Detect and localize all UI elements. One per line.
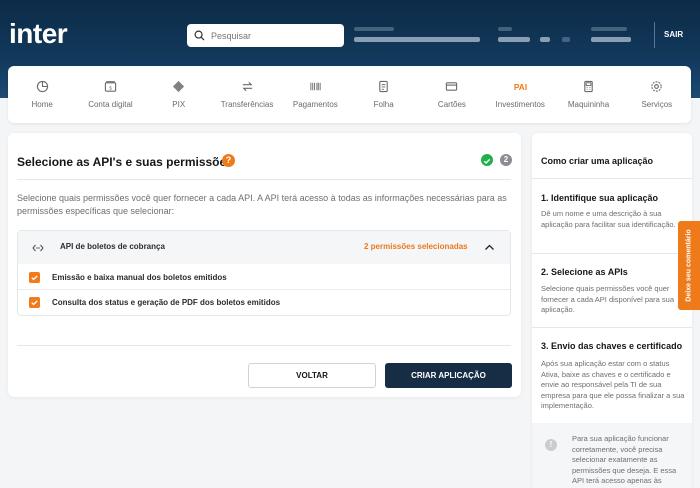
wallet-icon: $ (104, 81, 117, 92)
info-icon: ! (545, 439, 557, 451)
side-panel-title: Como criar uma aplicação (541, 156, 654, 166)
api-selection-card: Selecione as API's e suas permissões ? 2… (8, 133, 521, 397)
nav-item-cartoes[interactable]: Cartões (418, 66, 486, 123)
api-accordion: API de boletos de cobrança 2 permissões … (17, 230, 511, 316)
search-input[interactable] (211, 30, 336, 41)
step-heading: 1. Identifique sua aplicação (541, 193, 659, 203)
info-notice: ! Para sua aplicação funcionar corretame… (532, 423, 692, 488)
card-icon (446, 82, 458, 91)
search-icon (194, 30, 205, 41)
nav-item-folha[interactable]: Folha (349, 66, 417, 123)
page-title: Selecione as API's e suas permissões (17, 155, 233, 169)
footer-divider (17, 345, 511, 346)
code-brackets-icon (32, 244, 44, 252)
nav-label: Transferências (220, 100, 274, 109)
inter-logo[interactable]: inter (9, 18, 68, 50)
create-application-button[interactable]: CRIAR APLICAÇÃO (385, 363, 512, 388)
nav-item-pagamentos[interactable]: Pagamentos (281, 66, 349, 123)
account-label-blurred (354, 27, 394, 31)
chevron-down-icon[interactable] (562, 37, 570, 42)
nav-item-home[interactable]: Home (8, 66, 76, 123)
pos-machine-icon (584, 80, 593, 93)
gear-icon (651, 81, 663, 92)
barcode-icon (310, 82, 321, 91)
balance-label-blurred (591, 27, 627, 31)
balance-value-blurred (591, 37, 631, 42)
nav-label: Conta digital (88, 100, 133, 109)
account-name-blurred (354, 37, 480, 42)
nav-label: Pagamentos (292, 100, 338, 109)
step-heading: 2. Selecione as APIs (541, 267, 628, 277)
header-divider (654, 22, 655, 48)
copy-icon-blurred[interactable] (540, 37, 550, 42)
nav-item-maquininha[interactable]: Maquininha (554, 66, 622, 123)
help-side-panel: Como criar uma aplicação 1. Identifique … (532, 133, 692, 488)
side-divider (532, 253, 692, 254)
agency-value-blurred (498, 37, 530, 42)
nav-item-servicos[interactable]: Serviços (623, 66, 691, 123)
document-icon (379, 80, 388, 93)
back-button[interactable]: VOLTAR (248, 363, 376, 388)
permission-label: Consulta dos status e geração de PDF dos… (52, 298, 281, 307)
nav-item-pix[interactable]: PIX (145, 66, 213, 123)
api-name: API de boletos de cobrança (60, 242, 165, 251)
step-heading: 3. Envio das chaves e certificado (541, 341, 683, 351)
api-accordion-header[interactable]: API de boletos de cobrança 2 permissões … (18, 231, 510, 264)
nav-label: Folha (373, 100, 394, 109)
selected-permissions-count: 2 permissões selecionadas (364, 242, 468, 251)
step-completed-icon (481, 154, 493, 166)
nav-item-conta-digital[interactable]: $ Conta digital (76, 66, 144, 123)
help-icon[interactable]: ? (222, 154, 235, 167)
permission-checkbox[interactable] (29, 297, 40, 308)
feedback-label: Deixe seu comentário (685, 229, 693, 302)
step-current-indicator: 2 (500, 154, 512, 166)
nav-item-transferencias[interactable]: Transferências (213, 66, 281, 123)
pie-chart-icon (36, 80, 48, 93)
permission-row[interactable]: Consulta dos status e geração de PDF dos… (18, 290, 510, 315)
permission-checkbox[interactable] (29, 272, 40, 283)
nav-label: Cartões (437, 100, 466, 109)
permissions-description: Selecione quais permissões você quer for… (17, 193, 507, 216)
step-text: Após sua aplicação estar com o status At… (541, 359, 685, 410)
nav-label: Maquininha (567, 100, 610, 109)
nav-item-investimentos[interactable]: PAI Investimentos (486, 66, 554, 123)
step-text: Dê um nome e uma descrição à sua aplicaç… (541, 209, 676, 229)
nav-label: Investimentos (495, 100, 545, 109)
svg-text:$: $ (109, 85, 112, 90)
side-divider (532, 327, 692, 328)
nav-label: Home (31, 100, 53, 109)
pix-icon (173, 80, 185, 93)
title-divider (17, 179, 511, 180)
svg-text:PAI: PAI (514, 82, 527, 92)
permission-row[interactable]: Emissão e baixa manual dos boletos emiti… (18, 265, 510, 290)
agency-label-blurred (498, 27, 512, 31)
nav-label: Serviços (641, 100, 673, 109)
info-text: Para sua aplicação funcionar corretament… (572, 434, 677, 488)
permission-label: Emissão e baixa manual dos boletos emiti… (52, 273, 227, 282)
investment-icon: PAI (514, 82, 527, 92)
transfer-icon (241, 81, 253, 92)
main-nav: Home $ Conta digital PIX Transferências … (8, 66, 691, 123)
nav-label: PIX (172, 100, 186, 109)
feedback-tab[interactable]: Deixe seu comentário (678, 221, 700, 310)
search-box[interactable] (187, 24, 344, 47)
chevron-up-icon[interactable] (483, 241, 496, 254)
logout-button[interactable]: SAIR (664, 30, 683, 39)
side-divider (532, 178, 692, 179)
step-text: Selecione quais permissões você quer for… (541, 284, 675, 314)
